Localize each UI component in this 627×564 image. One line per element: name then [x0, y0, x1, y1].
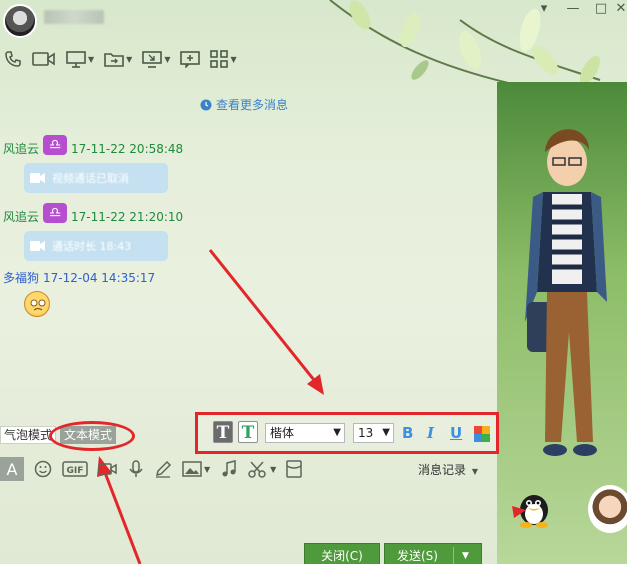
- color-picker-icon[interactable]: [474, 426, 490, 442]
- annotation-ellipse: [49, 421, 135, 451]
- video-call-icon: [30, 173, 45, 183]
- apps-grid-icon[interactable]: ▼: [210, 50, 237, 68]
- message-header: 多福狗 17-12-04 14:35:17: [3, 269, 155, 286]
- handwriting-icon[interactable]: [154, 460, 172, 478]
- message-history-label: 消息记录: [418, 463, 467, 477]
- close-button[interactable]: 关闭(C): [304, 543, 380, 564]
- underline-button[interactable]: U: [450, 424, 462, 442]
- message-header: 风追云 ♎ 17-11-22 21:20:10: [3, 202, 184, 225]
- text-color-style-button[interactable]: T: [238, 421, 258, 443]
- contact-avatar[interactable]: [3, 4, 37, 38]
- divider: [453, 547, 454, 564]
- sender-name[interactable]: 风追云: [3, 140, 39, 157]
- video-call-icon: [30, 241, 45, 251]
- bold-button[interactable]: B: [402, 424, 413, 442]
- chevron-down-icon: ▼: [382, 427, 390, 438]
- video-message-icon[interactable]: [98, 460, 118, 478]
- sticker-emoji-icon[interactable]: [24, 291, 50, 317]
- message-bubble[interactable]: 视频通话已取消: [24, 163, 168, 193]
- clock-icon: [200, 99, 212, 110]
- font-size-select[interactable]: 13 ▼: [353, 423, 394, 443]
- sender-name[interactable]: 多福狗: [3, 269, 39, 286]
- red-packet-icon[interactable]: [286, 460, 303, 478]
- italic-button[interactable]: I: [427, 424, 434, 442]
- my-avatar[interactable]: [588, 485, 627, 533]
- font-settings-icon[interactable]: A: [0, 457, 24, 481]
- bubble-mode-button[interactable]: 气泡模式: [0, 426, 57, 444]
- app-add-icon[interactable]: [180, 50, 201, 68]
- character-illustration: [525, 129, 607, 456]
- message-time: 17-12-04 14:35:17: [43, 270, 156, 285]
- emoji-icon[interactable]: [34, 460, 52, 478]
- view-more-messages-link[interactable]: 查看更多消息: [200, 96, 288, 113]
- input-toolbar: A GIF ▼ ▼: [0, 457, 312, 481]
- sender-name[interactable]: 风追云: [3, 208, 39, 225]
- message-text: 视频通话已取消: [52, 172, 129, 185]
- file-transfer-icon[interactable]: ▼: [104, 50, 132, 68]
- zodiac-libra-icon: ♎: [43, 134, 68, 155]
- send-button[interactable]: 发送(S) ▼: [384, 543, 482, 564]
- hide-button[interactable]: —: [566, 2, 580, 16]
- chat-toolbar: ▼ ▼ ▼ ▼: [0, 46, 247, 72]
- screen-share-icon[interactable]: ▼: [66, 50, 94, 68]
- text-style-button[interactable]: T: [213, 421, 233, 443]
- qq-penguin-logo: [512, 495, 548, 528]
- remote-desktop-icon[interactable]: ▼: [142, 50, 170, 68]
- gif-icon[interactable]: GIF: [62, 460, 88, 478]
- phone-icon[interactable]: [4, 50, 22, 68]
- close-window-button[interactable]: ✕: [614, 2, 627, 16]
- music-icon[interactable]: [220, 460, 238, 478]
- contact-nickname: [44, 10, 104, 24]
- font-size-value: 13: [358, 426, 374, 440]
- message-text: 通话时长 18:43: [52, 240, 132, 253]
- screenshot-scissors-icon[interactable]: ▼: [248, 460, 276, 478]
- minimize-button[interactable]: ▾: [537, 2, 551, 16]
- chevron-down-icon: ▼: [333, 427, 341, 438]
- zodiac-libra-icon: ♎: [43, 202, 68, 223]
- voice-message-icon[interactable]: [128, 460, 144, 478]
- view-more-messages-label: 查看更多消息: [216, 98, 289, 112]
- message-time: 17-11-22 20:58:48: [71, 141, 184, 156]
- message-header: 风追云 ♎ 17-11-22 20:58:48: [3, 134, 184, 157]
- message-bubble[interactable]: 通话时长 18:43: [24, 231, 168, 261]
- font-family-select[interactable]: 楷体 ▼: [265, 423, 345, 443]
- font-family-value: 楷体: [270, 426, 295, 440]
- svg-text:GIF: GIF: [67, 466, 84, 476]
- send-label: 发送(S): [397, 549, 438, 563]
- send-options-chevron-icon[interactable]: ▼: [462, 544, 469, 564]
- message-history-button[interactable]: 消息记录 ▼: [418, 461, 478, 478]
- maximize-button[interactable]: □: [594, 2, 608, 16]
- video-icon[interactable]: [32, 50, 56, 68]
- message-time: 17-11-22 21:20:10: [71, 209, 184, 224]
- image-icon[interactable]: ▼: [182, 460, 210, 478]
